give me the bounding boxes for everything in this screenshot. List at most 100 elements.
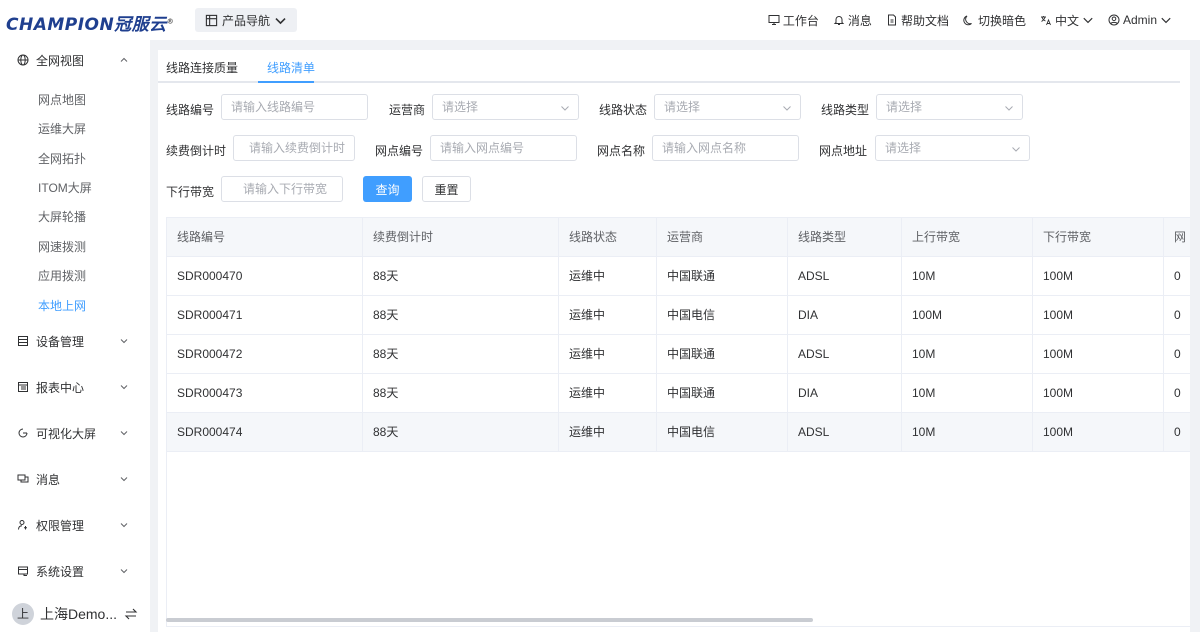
chevron-down-icon [120,431,128,436]
chevron-down-icon [1012,147,1020,152]
workbench-icon [768,15,780,25]
sidebar: 全网视图 网点地图 运维大屏 全网拓扑 ITOM大屏 大屏轮播 网速拨测 应用拨… [0,40,150,632]
table-row[interactable]: SDR000473 88天 运维中 中国联通 DIA 10M 100M 0 [167,374,1190,413]
language-label: 中文 [1054,13,1079,28]
site-name-input[interactable] [652,135,799,161]
table-row[interactable]: SDR000472 88天 运维中 中国联通 ADSL 10M 100M 0 [167,335,1190,374]
column-header[interactable]: 续费倒计时 [363,218,559,257]
line-status-placeholder: 请选择 [664,100,701,114]
site-no-label: 网点编号 [375,144,424,158]
table-cell: 运维中 [559,413,657,452]
table-cell: SDR000470 [167,257,363,296]
reset-button[interactable]: 重置 [422,176,471,202]
chevron-down-icon [120,385,128,390]
line-status-select[interactable]: 请选择 [654,94,801,120]
column-header[interactable]: 下行带宽 [1033,218,1164,257]
table-cell: 中国电信 [657,413,788,452]
table-row[interactable]: SDR000474 88天 运维中 中国电信 ADSL 10M 100M 0 [167,413,1190,452]
product-nav-label: 产品导航 [222,13,271,28]
language-select[interactable]: 中文 [1040,12,1094,29]
table-cell: 88天 [363,374,559,413]
sidebar-group-device-mgmt[interactable]: 设备管理 [0,326,150,356]
renew-countdown-input[interactable] [233,135,355,161]
table-cell: 中国联通 [657,257,788,296]
column-header[interactable]: 线路类型 [788,218,902,257]
sidebar-group-system-settings[interactable]: 系统设置 [0,556,150,586]
screen-icon [18,428,28,438]
carrier-label: 运营商 [389,103,426,117]
downlink-bw-input[interactable] [221,176,343,202]
column-header[interactable]: 线路状态 [559,218,657,257]
active-tab-indicator [258,81,314,83]
translate-icon [1040,16,1051,26]
query-button[interactable]: 查询 [363,176,412,202]
table-cell: 100M [1033,413,1164,452]
sidebar-group-messages[interactable]: 消息 [0,464,150,494]
permission-icon [18,520,27,530]
sidebar-item-local-internet[interactable]: 本地上网 [38,297,86,314]
sidebar-group-label: 系统设置 [36,564,85,579]
sidebar-item-app-test[interactable]: 应用拨测 [38,267,86,284]
column-header[interactable]: 上行带宽 [902,218,1033,257]
sidebar-group-network-view[interactable]: 全网视图 [0,45,150,75]
swap-icon[interactable] [124,607,138,621]
column-header[interactable]: 网 [1164,218,1190,257]
messages-label: 消息 [847,13,872,28]
dark-mode-toggle[interactable]: 切换暗色 [963,12,1026,29]
tenant-name: 上海Demo... [40,605,118,622]
sidebar-group-permissions[interactable]: 权限管理 [0,510,150,540]
table-cell: SDR000472 [167,335,363,374]
table-cell: DIA [788,296,902,335]
product-nav-button[interactable]: 产品导航 [195,8,298,32]
header-actions: 工作台 消息 帮助文档 切换暗色 中文 Admin [768,0,1172,40]
table-cell: 10M [902,335,1033,374]
table-row[interactable]: SDR000470 88天 运维中 中国联通 ADSL 10M 100M 0 [167,257,1190,296]
table-row[interactable]: SDR000471 88天 运维中 中国电信 DIA 100M 100M 0 [167,296,1190,335]
sidebar-item-site-map[interactable]: 网点地图 [38,91,86,108]
site-address-select[interactable]: 请选择 [875,135,1030,161]
sidebar-group-report-center[interactable]: 报表中心 [0,372,150,402]
table-cell: 10M [902,413,1033,452]
table-cell: 0 [1164,413,1190,452]
help-docs-button[interactable]: 帮助文档 [886,12,949,29]
sidebar-group-label: 全网视图 [36,53,85,68]
carrier-select[interactable]: 请选择 [432,94,579,120]
help-docs-label: 帮助文档 [900,13,949,28]
renew-countdown-label: 续费倒计时 [166,144,227,158]
table-cell: ADSL [788,335,902,374]
chevron-down-icon [120,477,128,482]
messages-button[interactable]: 消息 [833,12,872,29]
table-cell: 中国联通 [657,374,788,413]
chevron-down-icon [1161,17,1171,24]
table-horizontal-scrollbar[interactable] [166,618,813,622]
tenant-switcher[interactable]: 上 上海Demo... [0,595,150,632]
brand-logo[interactable]: CHAMPION冠服云® [6,10,174,35]
table-cell: 100M [1033,335,1164,374]
column-header[interactable]: 运营商 [657,218,788,257]
line-type-select[interactable]: 请选择 [876,94,1023,120]
line-type-placeholder: 请选择 [886,100,923,114]
document-icon [887,14,896,26]
table-cell: ADSL [788,257,902,296]
sidebar-item-ops-screen[interactable]: 运维大屏 [38,120,86,137]
site-address-placeholder: 请选择 [885,141,922,155]
site-no-input[interactable] [430,135,577,161]
workbench-button[interactable]: 工作台 [768,12,819,29]
table-cell: 88天 [363,413,559,452]
table-cell: 运维中 [559,335,657,374]
sidebar-group-visual-screen[interactable]: 可视化大屏 [0,418,150,448]
sidebar-item-speed-test[interactable]: 网速拨测 [38,238,86,255]
sidebar-item-topology[interactable]: 全网拓扑 [38,150,86,167]
table-cell: 0 [1164,335,1190,374]
top-bar: CHAMPION冠服云® 产品导航 工作台 消息 帮助文档 切换暗色 中文 Ad… [0,0,1200,40]
table-cell: 运维中 [559,374,657,413]
sidebar-item-itom-screen[interactable]: ITOM大屏 [38,179,92,196]
table-cell: 100M [1033,257,1164,296]
tab-line-quality[interactable]: 线路连接质量 [166,59,238,76]
tab-line-list[interactable]: 线路清单 [267,59,315,76]
line-no-input[interactable] [221,94,368,120]
user-menu[interactable]: Admin [1108,13,1172,27]
sidebar-item-screen-carousel[interactable]: 大屏轮播 [38,208,86,225]
line-status-label: 线路状态 [599,103,648,117]
column-header[interactable]: 线路编号 [167,218,363,257]
